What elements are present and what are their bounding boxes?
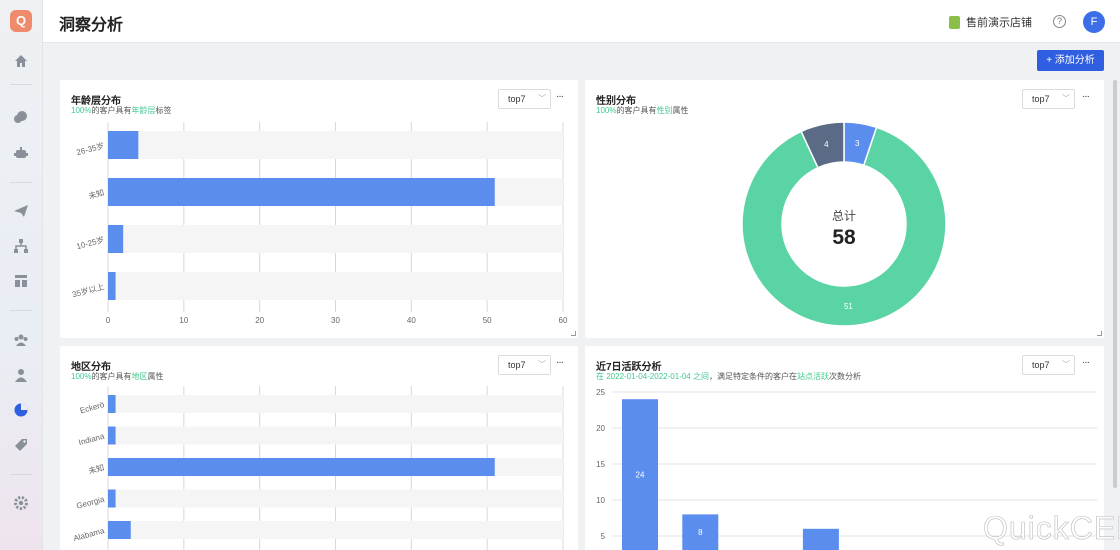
category-label: Eckerö <box>79 400 106 415</box>
y-tick-label: 15 <box>596 460 605 469</box>
top-header: 洞察分析 售前演示店铺 ? F <box>43 0 1120 43</box>
gender-distribution-card: 性别分布 100%的客户具有性别属性 top7 ﹀ ··· 3 51 4 总计 58 <box>585 80 1104 338</box>
help-icon[interactable]: ? <box>1053 15 1066 28</box>
bar-track <box>108 225 563 253</box>
bar <box>108 426 116 445</box>
x-tick-label: 50 <box>483 316 492 325</box>
slice-label: 51 <box>844 302 853 311</box>
bar-track <box>108 426 563 445</box>
x-tick-label: 10 <box>179 316 188 325</box>
store-name: 售前演示店铺 <box>966 17 1032 29</box>
bar-track <box>108 272 563 300</box>
y-tick-label: 20 <box>596 424 605 433</box>
send-icon[interactable] <box>12 202 30 220</box>
chat-icon[interactable] <box>12 108 30 126</box>
x-tick-label: 0 <box>106 316 111 325</box>
slice-label: 3 <box>855 139 860 148</box>
bar-track <box>108 131 563 159</box>
category-label: 35岁以上 <box>71 281 105 299</box>
sidebar: Q <box>0 0 43 550</box>
group-icon[interactable] <box>12 331 30 349</box>
x-tick-label: 20 <box>255 316 264 325</box>
bar <box>108 272 116 300</box>
donut-total-value: 58 <box>832 226 856 249</box>
age-distribution-card: 年龄层分布 100%的客户具有年龄层标签 top7 ﹀ ··· 26-35岁 未知 1… <box>60 80 578 338</box>
x-tick-label: 40 <box>407 316 416 325</box>
bar <box>108 458 495 476</box>
bar <box>108 489 116 508</box>
category-label: 10-25岁 <box>75 234 105 251</box>
category-label: Alabama <box>72 526 105 543</box>
robot-icon[interactable] <box>12 144 30 162</box>
resize-handle[interactable] <box>1097 331 1102 336</box>
bar <box>108 178 495 206</box>
y-tick-label: 5 <box>601 532 606 541</box>
home-icon[interactable] <box>12 52 30 70</box>
flow-icon[interactable] <box>12 237 30 255</box>
sidebar-divider <box>10 84 32 85</box>
page-title: 洞察分析 <box>59 17 124 34</box>
bar <box>108 225 124 253</box>
page-scrollbar[interactable] <box>1113 80 1117 488</box>
region-bar-chart: Eckerö Indiana 未知 Georgia Alabama <box>72 386 564 550</box>
gear-icon[interactable] <box>12 494 30 512</box>
bar-value-label: 24 <box>636 471 645 480</box>
bar <box>108 131 139 159</box>
bar-track <box>108 521 563 539</box>
watermark: QuickCEP <box>983 510 1120 547</box>
resize-handle[interactable] <box>571 331 576 336</box>
category-label: Indiana <box>78 431 106 447</box>
category-label: 26-35岁 <box>75 140 105 157</box>
bar <box>108 521 131 539</box>
gender-donut-chart: 3 51 4 总计 58 <box>741 121 947 327</box>
category-label: 未知 <box>87 187 105 201</box>
sidebar-divider <box>10 182 32 183</box>
x-tick-label: 60 <box>559 316 568 325</box>
avatar[interactable]: F <box>1083 11 1105 33</box>
bar <box>802 528 839 550</box>
bar <box>108 395 116 413</box>
store-switcher[interactable]: 售前演示店铺 <box>949 14 1032 30</box>
x-tick-label: 30 <box>331 316 340 325</box>
user-icon[interactable] <box>12 366 30 384</box>
region-distribution-card: 地区分布 100%的客户具有地区属性 top7 ﹀ ··· Eckerö India… <box>60 346 578 550</box>
app-logo[interactable]: Q <box>10 10 32 32</box>
age-bar-chart: 26-35岁未知 10-25岁 35岁以上 0 10 20 30 40 50 60 <box>71 122 568 325</box>
y-tick-label: 25 <box>596 388 605 397</box>
bar-track <box>108 395 563 413</box>
add-analysis-button[interactable]: + 添加分析 <box>1037 50 1104 71</box>
donut-total-label: 总计 <box>832 209 856 223</box>
category-label: Georgia <box>75 494 105 510</box>
y-tick-label: 10 <box>596 496 605 505</box>
sidebar-divider <box>10 474 32 475</box>
bar-value-label: 8 <box>698 528 703 537</box>
slice-label: 4 <box>824 140 829 149</box>
shop-icon <box>949 15 960 29</box>
category-label: 未知 <box>87 462 105 476</box>
pie-icon[interactable] <box>12 401 30 419</box>
sidebar-divider <box>10 310 32 311</box>
bar-track <box>108 489 563 508</box>
tag-icon[interactable] <box>12 436 30 454</box>
layout-icon[interactable] <box>12 272 30 290</box>
